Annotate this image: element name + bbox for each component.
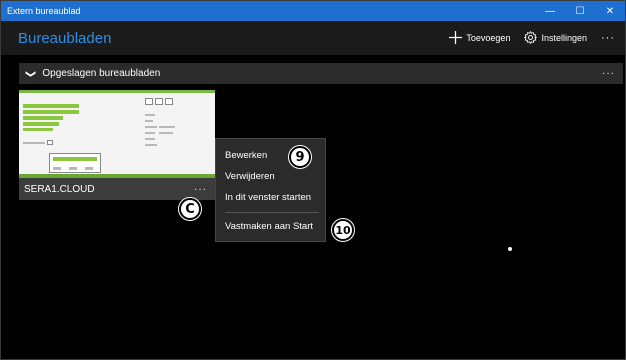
window-title: Extern bureaublad bbox=[7, 6, 81, 16]
header-more-button[interactable]: ··· bbox=[601, 32, 615, 44]
desktop-name: SERA1.CLOUD bbox=[24, 183, 95, 195]
add-label: Toevoegen bbox=[466, 33, 511, 43]
close-button[interactable]: ✕ bbox=[595, 1, 625, 21]
menu-item-edit[interactable]: Bewerken bbox=[225, 150, 267, 161]
menu-separator bbox=[225, 212, 319, 213]
menu-item-pin-to-start[interactable]: Vastmaken aan Start bbox=[225, 221, 313, 232]
group-more-button[interactable]: ··· bbox=[602, 68, 623, 79]
group-label: Opgeslagen bureaubladen bbox=[42, 68, 161, 79]
callout-9: 9 bbox=[289, 146, 311, 168]
page-title: Bureaubladen bbox=[18, 29, 112, 47]
saved-desktops-group[interactable]: ❯ Opgeslagen bureaubladen ··· bbox=[19, 63, 623, 84]
add-button[interactable]: Toevoegen bbox=[449, 30, 511, 46]
window-title-bar[interactable]: Extern bureaublad — ☐ ✕ bbox=[1, 1, 625, 21]
plus-icon bbox=[449, 30, 463, 46]
callout-c: C bbox=[179, 198, 201, 220]
minimize-button[interactable]: — bbox=[535, 1, 565, 21]
chevron-down-icon[interactable]: ❯ bbox=[25, 62, 36, 85]
settings-label: Instellingen bbox=[541, 33, 587, 43]
menu-item-start-in-window[interactable]: In dit venster starten bbox=[225, 192, 311, 203]
app-header: Bureaubladen Toevoegen Instellingen ··· bbox=[1, 21, 625, 55]
tile-more-button[interactable]: ··· bbox=[194, 184, 215, 195]
desktop-tile[interactable]: SERA1.CLOUD ··· bbox=[19, 90, 215, 200]
callout-10: 10 bbox=[332, 219, 354, 241]
settings-button[interactable]: Instellingen bbox=[524, 30, 587, 46]
maximize-button[interactable]: ☐ bbox=[565, 1, 595, 21]
desktop-thumbnail bbox=[19, 90, 215, 178]
remote-desktop-app: Extern bureaublad — ☐ ✕ Bureaubladen Toe… bbox=[0, 0, 626, 360]
tile-footer: SERA1.CLOUD ··· bbox=[19, 178, 215, 200]
mouse-cursor-dot bbox=[508, 247, 512, 251]
menu-item-delete[interactable]: Verwijderen bbox=[225, 171, 275, 182]
gear-icon bbox=[524, 30, 538, 46]
